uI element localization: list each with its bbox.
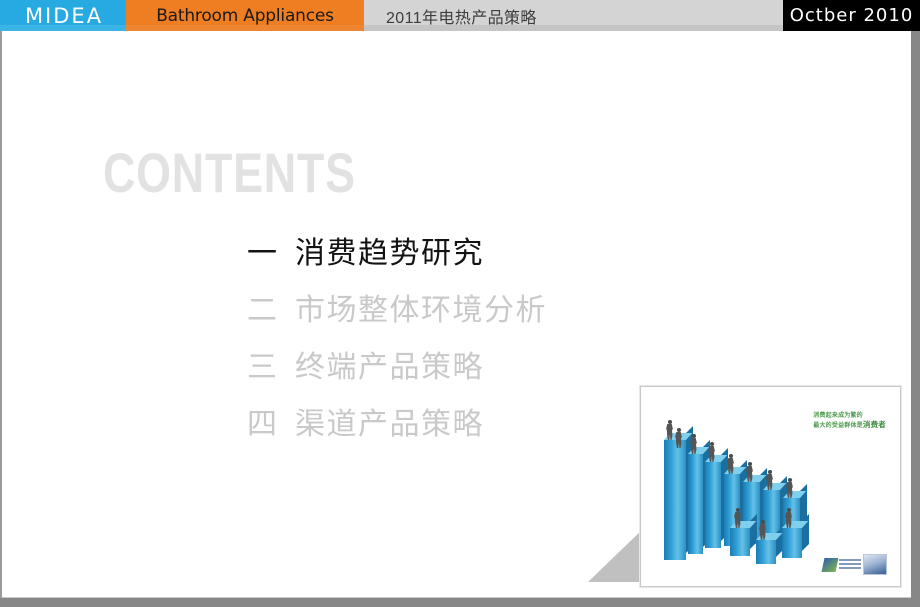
illustration-bar-10: [782, 528, 802, 558]
illustration-figure-4: [708, 442, 715, 462]
illustration-caption-highlight: 消费者: [862, 419, 886, 429]
accent-strip-division: [126, 25, 364, 31]
illustration-logo: [821, 554, 889, 575]
illustration-logo-photo: [863, 554, 887, 575]
illustration-figure-1: [666, 420, 673, 440]
illustration-caption: 消费起来成为繁的 最大的受益群体是消费者: [813, 412, 886, 429]
illustration-logo-mark: [821, 557, 839, 572]
illustration-figure-11: [785, 508, 792, 528]
illustration-figure-9: [734, 508, 741, 528]
illustration-figure-10: [759, 520, 766, 540]
accent-strip-title: [364, 25, 783, 31]
contents-item-1-label: 消费趋势研究: [295, 236, 484, 271]
illustration-figure-6: [746, 462, 753, 482]
date-label: Octber 2010: [789, 5, 914, 26]
illustration-bar-3: [705, 462, 721, 548]
illustration-bar-2: [688, 454, 703, 554]
slide-border-right: [911, 31, 920, 607]
illustration-figure-2: [675, 428, 682, 448]
illustration-bar-9: [756, 540, 776, 564]
contents-item-2[interactable]: 二 市场整体环境分析: [247, 285, 717, 342]
contents-item-1-number: 一: [247, 236, 277, 271]
division-label: Bathroom Appliances: [156, 5, 334, 26]
header-accent-strip: [0, 25, 920, 31]
illustration-figure-7: [766, 470, 773, 490]
illustration-figure-5: [727, 454, 734, 474]
illustration-image: 消费起来成为繁的 最大的受益群体是消费者: [646, 392, 895, 581]
illustration-logo-wordmark: [839, 558, 861, 571]
slide-canvas: MIDEA Bathroom Appliances 2011年电热产品策略 Oc…: [0, 0, 920, 607]
page-title: CONTENTS: [103, 141, 356, 204]
brand-label: MIDEA: [24, 3, 104, 28]
deck-title-label: 2011年电热产品策略: [386, 9, 537, 27]
slide-border-bottom: [0, 598, 920, 607]
illustration-bar-8: [730, 528, 750, 556]
accent-strip-brand: [0, 25, 126, 31]
illustration-bar-1: [664, 440, 686, 560]
contents-item-4-number: 四: [247, 407, 277, 442]
contents-item-1[interactable]: 一 消费趋势研究: [247, 228, 717, 285]
picture-drop-shadow: [588, 526, 646, 582]
contents-item-2-number: 二: [247, 293, 277, 328]
illustration-figure-8: [786, 478, 793, 498]
illustration-frame: 消费起来成为繁的 最大的受益群体是消费者: [640, 386, 901, 587]
contents-item-3-label: 终端产品策略: [295, 350, 484, 385]
slide-border-left: [0, 31, 2, 607]
illustration-caption-line2: 最大的受益群体是: [813, 421, 863, 429]
contents-item-4-label: 渠道产品策略: [295, 407, 484, 442]
contents-item-2-label: 市场整体环境分析: [295, 293, 547, 328]
illustration-caption-line1: 消费起来成为繁的: [813, 412, 863, 419]
contents-item-3-number: 三: [247, 350, 277, 385]
accent-strip-date: [783, 25, 920, 31]
illustration-figure-3: [690, 434, 697, 454]
